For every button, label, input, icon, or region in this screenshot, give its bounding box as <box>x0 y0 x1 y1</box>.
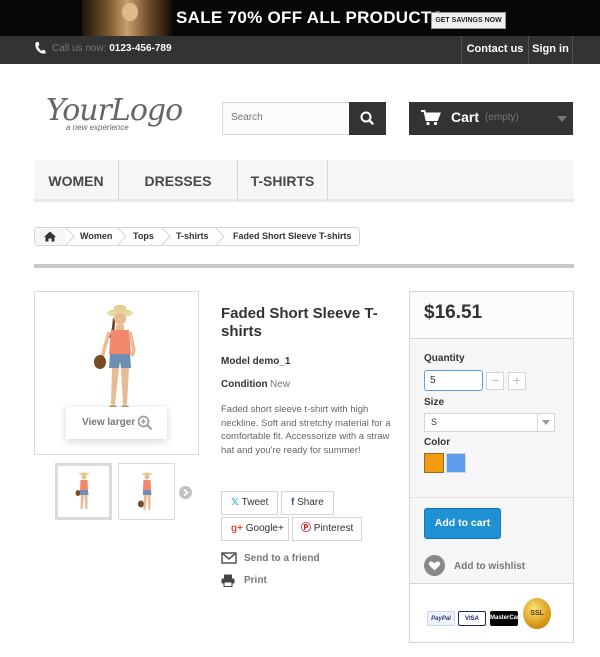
product-thumbnail-1[interactable] <box>55 463 112 520</box>
share-label: Share <box>297 497 324 508</box>
pinterest-button[interactable]: Ⓟ Pinterest <box>292 517 362 541</box>
mastercard-logo: MasterCard <box>490 611 523 626</box>
zoom-in-icon <box>137 415 153 431</box>
cart-label: Cart <box>451 109 480 125</box>
breadcrumb-separator-icon <box>161 227 171 246</box>
product-description: Faded short sleeve t-shirt with high nec… <box>221 404 391 456</box>
breadcrumb-tshirts[interactable]: T-shirts <box>176 228 209 245</box>
cart-status: (empty) <box>485 112 519 123</box>
tweet-label: Tweet <box>241 497 269 508</box>
chevron-down-icon <box>557 116 567 122</box>
visa-logo: VISA <box>458 611 486 626</box>
size-select[interactable]: S <box>424 413 555 432</box>
breadcrumb-separator-icon <box>215 227 225 246</box>
main-menu: WOMEN DRESSES T-SHIRTS <box>34 160 574 202</box>
phone-number: 0123-456-789 <box>109 43 172 54</box>
breadcrumb-current: Faded Short Sleeve T-shirts <box>233 231 352 241</box>
quantity-increase-button[interactable]: + <box>508 372 526 390</box>
call-us-text: Call us now: 0123-456-789 <box>52 43 172 54</box>
add-to-cart-button[interactable]: Add to cart <box>424 508 501 539</box>
condition-value: New <box>270 379 291 390</box>
quantity-input[interactable]: 5 <box>424 370 483 391</box>
chevron-down-icon <box>537 414 554 431</box>
facebook-share-button[interactable]: f Share <box>281 491 334 515</box>
breadcrumb-women[interactable]: Women <box>80 228 112 245</box>
phone-icon <box>35 42 46 54</box>
heart-icon[interactable] <box>424 555 445 576</box>
twitter-icon: 𝕏 <box>231 497 240 508</box>
chevron-right-icon <box>183 488 189 497</box>
price-area: $16.51 <box>410 292 573 339</box>
ssl-badge: SSL <box>523 598 551 629</box>
get-savings-button[interactable]: GET SAVINGS NOW <box>431 12 506 29</box>
sign-in-link[interactable]: Sign in <box>528 36 573 64</box>
quantity-decrease-button[interactable]: − <box>486 372 504 390</box>
envelope-icon <box>221 552 237 564</box>
payment-logos: PayPal VISA MasterCard SSL <box>410 583 573 642</box>
search-icon <box>360 111 374 125</box>
view-larger-label: View larger <box>82 417 136 428</box>
thumbnails-next-button[interactable] <box>179 486 192 499</box>
send-to-friend-label: Send to a friend <box>244 553 320 564</box>
google-plus-button[interactable]: g+ Google+ <box>221 517 289 541</box>
site-logo[interactable]: YourLogo a new experience <box>46 93 183 136</box>
size-selected-value: S <box>431 417 438 427</box>
pinterest-label: Pinterest <box>313 523 354 534</box>
promo-banner[interactable]: SALE 70% OFF ALL PRODUCTS GET SAVINGS NO… <box>0 0 600 36</box>
thumbnail-photo <box>138 472 152 510</box>
facebook-icon: f <box>291 497 295 508</box>
condition-label: Condition <box>221 379 268 390</box>
send-to-friend-link[interactable]: Send to a friend <box>221 552 320 567</box>
color-swatch-orange[interactable] <box>424 453 444 473</box>
breadcrumb: Women Tops T-shirts Faded Short Sleeve T… <box>34 227 360 246</box>
logo-tagline: a new experience <box>66 123 129 132</box>
print-label: Print <box>244 575 267 586</box>
plus-icon: + <box>512 372 522 388</box>
google-label: Google+ <box>245 523 284 534</box>
search-button[interactable] <box>349 102 386 135</box>
buy-box-divider <box>410 497 573 498</box>
printer-icon <box>221 574 235 587</box>
menu-item-tshirts[interactable]: T-SHIRTS <box>238 160 328 202</box>
paypal-logo: PayPal <box>427 611 455 626</box>
product-model: Model demo_1 <box>221 356 291 367</box>
menu-item-women[interactable]: WOMEN <box>34 160 119 202</box>
view-larger-button[interactable]: View larger <box>66 407 167 439</box>
color-swatch-blue[interactable] <box>446 453 466 473</box>
breadcrumb-separator-icon <box>117 227 127 246</box>
menu-item-dresses[interactable]: DRESSES <box>119 160 238 202</box>
minus-icon: − <box>490 372 500 388</box>
product-price: $16.51 <box>424 302 483 323</box>
color-label: Color <box>424 437 451 448</box>
tweet-button[interactable]: 𝕏 Tweet <box>221 491 278 515</box>
section-divider <box>34 264 574 268</box>
breadcrumb-separator-icon <box>65 227 75 246</box>
buy-box: $16.51 Quantity 5 − + Size S Color Add t… <box>409 291 574 643</box>
thumbnail-photo <box>75 472 89 509</box>
quantity-label: Quantity <box>424 353 465 364</box>
banner-model-image <box>82 0 172 36</box>
product-title: Faded Short Sleeve T-shirts <box>221 305 378 340</box>
breadcrumb-home[interactable] <box>35 228 65 245</box>
home-icon <box>44 231 56 242</box>
cart-block[interactable]: Cart (empty) <box>409 102 573 135</box>
shopping-cart-icon <box>421 110 441 126</box>
product-thumbnail-2[interactable] <box>118 463 175 520</box>
breadcrumb-tops[interactable]: Tops <box>133 228 154 245</box>
call-us-label: Call us now: <box>52 43 107 54</box>
print-link[interactable]: Print <box>221 574 267 590</box>
size-label: Size <box>424 397 445 408</box>
google-plus-icon: g+ <box>231 523 243 534</box>
contact-us-link[interactable]: Contact us <box>461 36 528 64</box>
add-to-wishlist-link[interactable]: Add to wishlist <box>454 561 525 572</box>
banner-headline: SALE 70% OFF ALL PRODUCTS <box>176 8 444 27</box>
logo-text: YourLogo <box>46 93 183 128</box>
pinterest-icon: Ⓟ <box>301 523 311 534</box>
heart-shape <box>428 561 441 571</box>
search-input[interactable] <box>231 112 341 123</box>
